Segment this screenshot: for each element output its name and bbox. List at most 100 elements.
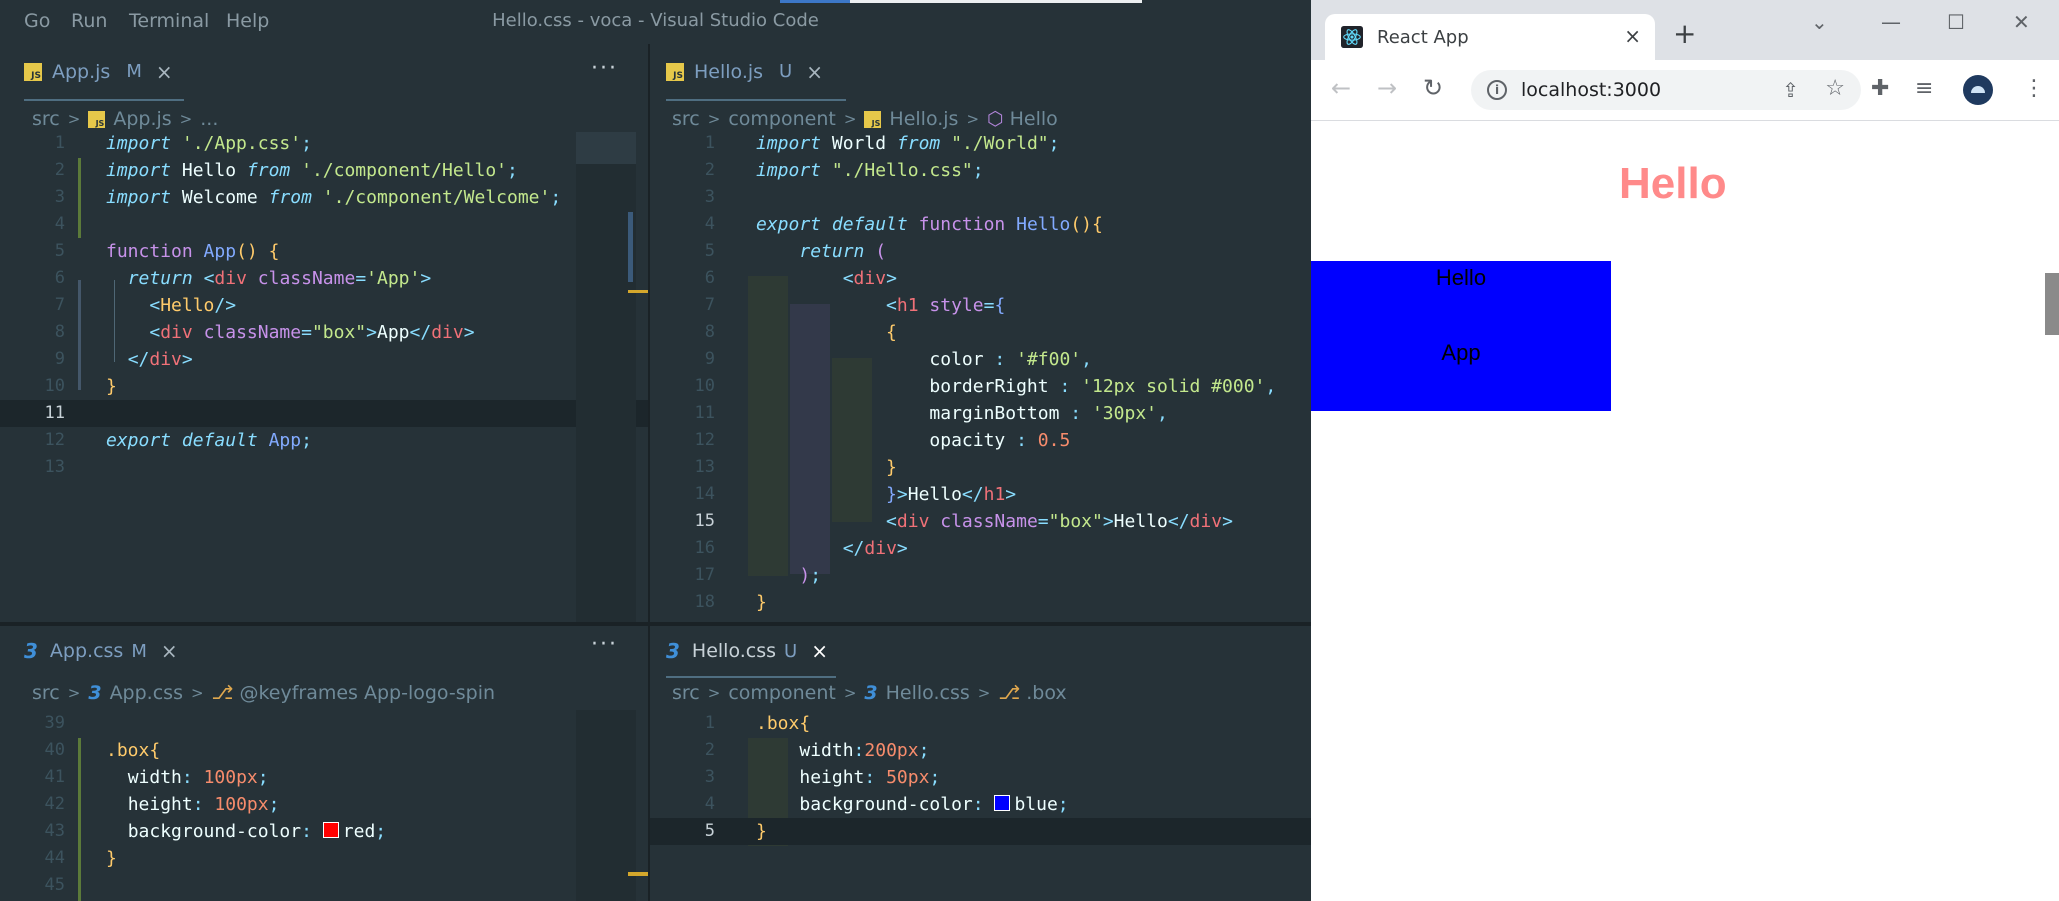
media-control-icon[interactable]: ≡ [1915, 76, 1933, 101]
code-text[interactable]: width: 100px; [106, 764, 269, 791]
breadcrumb-rest[interactable]: ... [200, 108, 218, 130]
code-line[interactable]: 9 </div> [0, 346, 648, 373]
code-area[interactable]: 1 import World from "./World"; 2 import "./… [650, 130, 1311, 616]
code-line[interactable]: 1 .box{ [650, 710, 1311, 737]
code-text[interactable]: import Welcome from './component/Welcome… [106, 184, 561, 211]
code-line[interactable]: 5 function App() { [0, 238, 648, 265]
code-line[interactable]: 2 import "./Hello.css"; [650, 157, 1311, 184]
code-line[interactable]: 2 import Hello from './component/Hello'; [0, 157, 648, 184]
code-line[interactable]: 3 [650, 184, 1311, 211]
browser-tab[interactable]: React App × [1325, 14, 1655, 60]
url-text[interactable]: localhost:3000 [1521, 79, 1661, 101]
code-line[interactable]: 3 height: 50px; [650, 764, 1311, 791]
code-line[interactable]: 39 [0, 710, 648, 737]
site-info-icon[interactable]: i [1487, 80, 1507, 100]
code-text[interactable]: <div> [756, 265, 897, 292]
breadcrumb-subfolder[interactable]: component [728, 682, 836, 704]
code-line[interactable]: 4 background-color: blue; [650, 791, 1311, 818]
breadcrumb-file[interactable]: App.css [110, 682, 183, 704]
minimap[interactable] [576, 132, 636, 622]
breadcrumb-symbol[interactable]: Hello [1010, 108, 1058, 130]
share-icon[interactable]: ⇪ [1782, 78, 1799, 102]
code-line[interactable]: 18} [650, 589, 1311, 616]
code-line[interactable]: 4 export default function Hello(){ [650, 211, 1311, 238]
code-line[interactable]: 1 import World from "./World"; [650, 130, 1311, 157]
code-line[interactable]: 16 </div> [650, 535, 1311, 562]
code-line[interactable]: 42 height: 100px; [0, 791, 648, 818]
code-line[interactable]: 7 <Hello/> [0, 292, 648, 319]
code-line[interactable]: 40 .box{ [0, 737, 648, 764]
close-icon[interactable]: × [811, 639, 828, 663]
code-text[interactable]: import World from "./World"; [756, 130, 1060, 157]
code-line[interactable]: 10 borderRight : '12px solid #000', [650, 373, 1311, 400]
code-line[interactable]: 1 import './App.css'; [0, 130, 648, 157]
code-line[interactable]: 5} [650, 818, 1311, 845]
reload-icon[interactable]: ↻ [1423, 74, 1443, 102]
close-window-icon[interactable]: ✕ [2013, 10, 2030, 34]
code-text[interactable]: .box{ [106, 737, 160, 764]
code-line[interactable]: 45 [0, 872, 648, 899]
code-text[interactable]: }>Hello</h1> [756, 481, 1016, 508]
tab-app-js[interactable]: JS App.js M × [24, 44, 184, 101]
minimap[interactable] [576, 710, 636, 901]
code-text[interactable]: } [106, 845, 117, 872]
more-actions-icon[interactable]: ··· [591, 56, 618, 81]
code-text[interactable]: } [756, 454, 897, 481]
tab-hello-css[interactable]: 3 Hello.css U × [666, 626, 836, 678]
code-text[interactable]: export default function Hello(){ [756, 211, 1103, 238]
code-text[interactable]: opacity : 0.5 [756, 427, 1070, 454]
code-text[interactable]: <Hello/> [106, 292, 236, 319]
code-line[interactable]: 9 color : '#f00', [650, 346, 1311, 373]
code-text[interactable]: export default App; [106, 427, 312, 454]
breadcrumb-folder[interactable]: src [672, 108, 700, 130]
code-text[interactable]: <div className="box">Hello</div> [756, 508, 1233, 535]
forward-icon[interactable]: → [1377, 74, 1397, 102]
code-line[interactable]: 6 <div> [650, 265, 1311, 292]
code-text[interactable]: function App() { [106, 238, 279, 265]
profile-avatar[interactable] [1963, 75, 1993, 105]
menu-dots-icon[interactable]: ⋮ [2023, 76, 2045, 101]
code-text[interactable]: borderRight : '12px solid #000', [756, 373, 1276, 400]
code-text[interactable]: background-color: blue; [756, 791, 1068, 818]
code-line[interactable]: 12 opacity : 0.5 [650, 427, 1311, 454]
code-text[interactable]: ); [756, 562, 821, 589]
scrollbar-thumb[interactable] [2045, 273, 2059, 335]
close-icon[interactable]: × [161, 639, 178, 663]
code-line[interactable]: 4 [0, 211, 648, 238]
breadcrumb-symbol[interactable]: .box [1026, 682, 1066, 704]
code-line[interactable]: 2 width:200px; [650, 737, 1311, 764]
code-text[interactable]: height: 100px; [106, 791, 280, 818]
code-text[interactable]: </div> [106, 346, 193, 373]
code-line[interactable]: 13 } [650, 454, 1311, 481]
code-line[interactable]: 11 [0, 400, 648, 427]
new-tab-icon[interactable]: + [1673, 20, 1696, 48]
code-line[interactable]: 41 width: 100px; [0, 764, 648, 791]
code-text[interactable]: height: 50px; [756, 764, 940, 791]
code-text[interactable]: { [756, 319, 897, 346]
code-area[interactable]: 39 40 .box{41 width: 100px; 42 height: 100p… [0, 710, 648, 899]
code-line[interactable]: 15 <div className="box">Hello</div> [650, 508, 1311, 535]
code-text[interactable]: return ( [756, 238, 886, 265]
back-icon[interactable]: ← [1331, 74, 1351, 102]
code-text[interactable]: background-color: red; [106, 818, 386, 845]
breadcrumb-folder[interactable]: src [32, 682, 60, 704]
bookmark-star-icon[interactable]: ☆ [1825, 76, 1845, 101]
code-text[interactable]: return <div className='App'> [106, 265, 432, 292]
tab-hello-js[interactable]: JS Hello.js U × [666, 44, 846, 101]
code-text[interactable]: <div className="box">App</div> [106, 319, 474, 346]
close-icon[interactable]: × [806, 60, 823, 84]
code-line[interactable]: 6 return <div className='App'> [0, 265, 648, 292]
tab-app-css[interactable]: 3 App.css M × [24, 626, 194, 676]
tab-search-icon[interactable]: ⌄ [1811, 10, 1828, 34]
code-text[interactable]: marginBottom : '30px', [756, 400, 1167, 427]
code-line[interactable]: 8 { [650, 319, 1311, 346]
maximize-icon[interactable]: ☐ [1947, 10, 1965, 34]
code-line[interactable]: 10} [0, 373, 648, 400]
code-text[interactable]: import Hello from './component/Hello'; [106, 157, 518, 184]
code-text[interactable]: import "./Hello.css"; [756, 157, 984, 184]
code-area[interactable]: 1 .box{2 width:200px; 3 height: 50px; 4 bac… [650, 710, 1311, 845]
more-actions-icon[interactable]: ··· [591, 632, 618, 657]
code-line[interactable]: 11 marginBottom : '30px', [650, 400, 1311, 427]
breadcrumb-folder[interactable]: src [32, 108, 60, 130]
code-text[interactable]: </div> [756, 535, 908, 562]
